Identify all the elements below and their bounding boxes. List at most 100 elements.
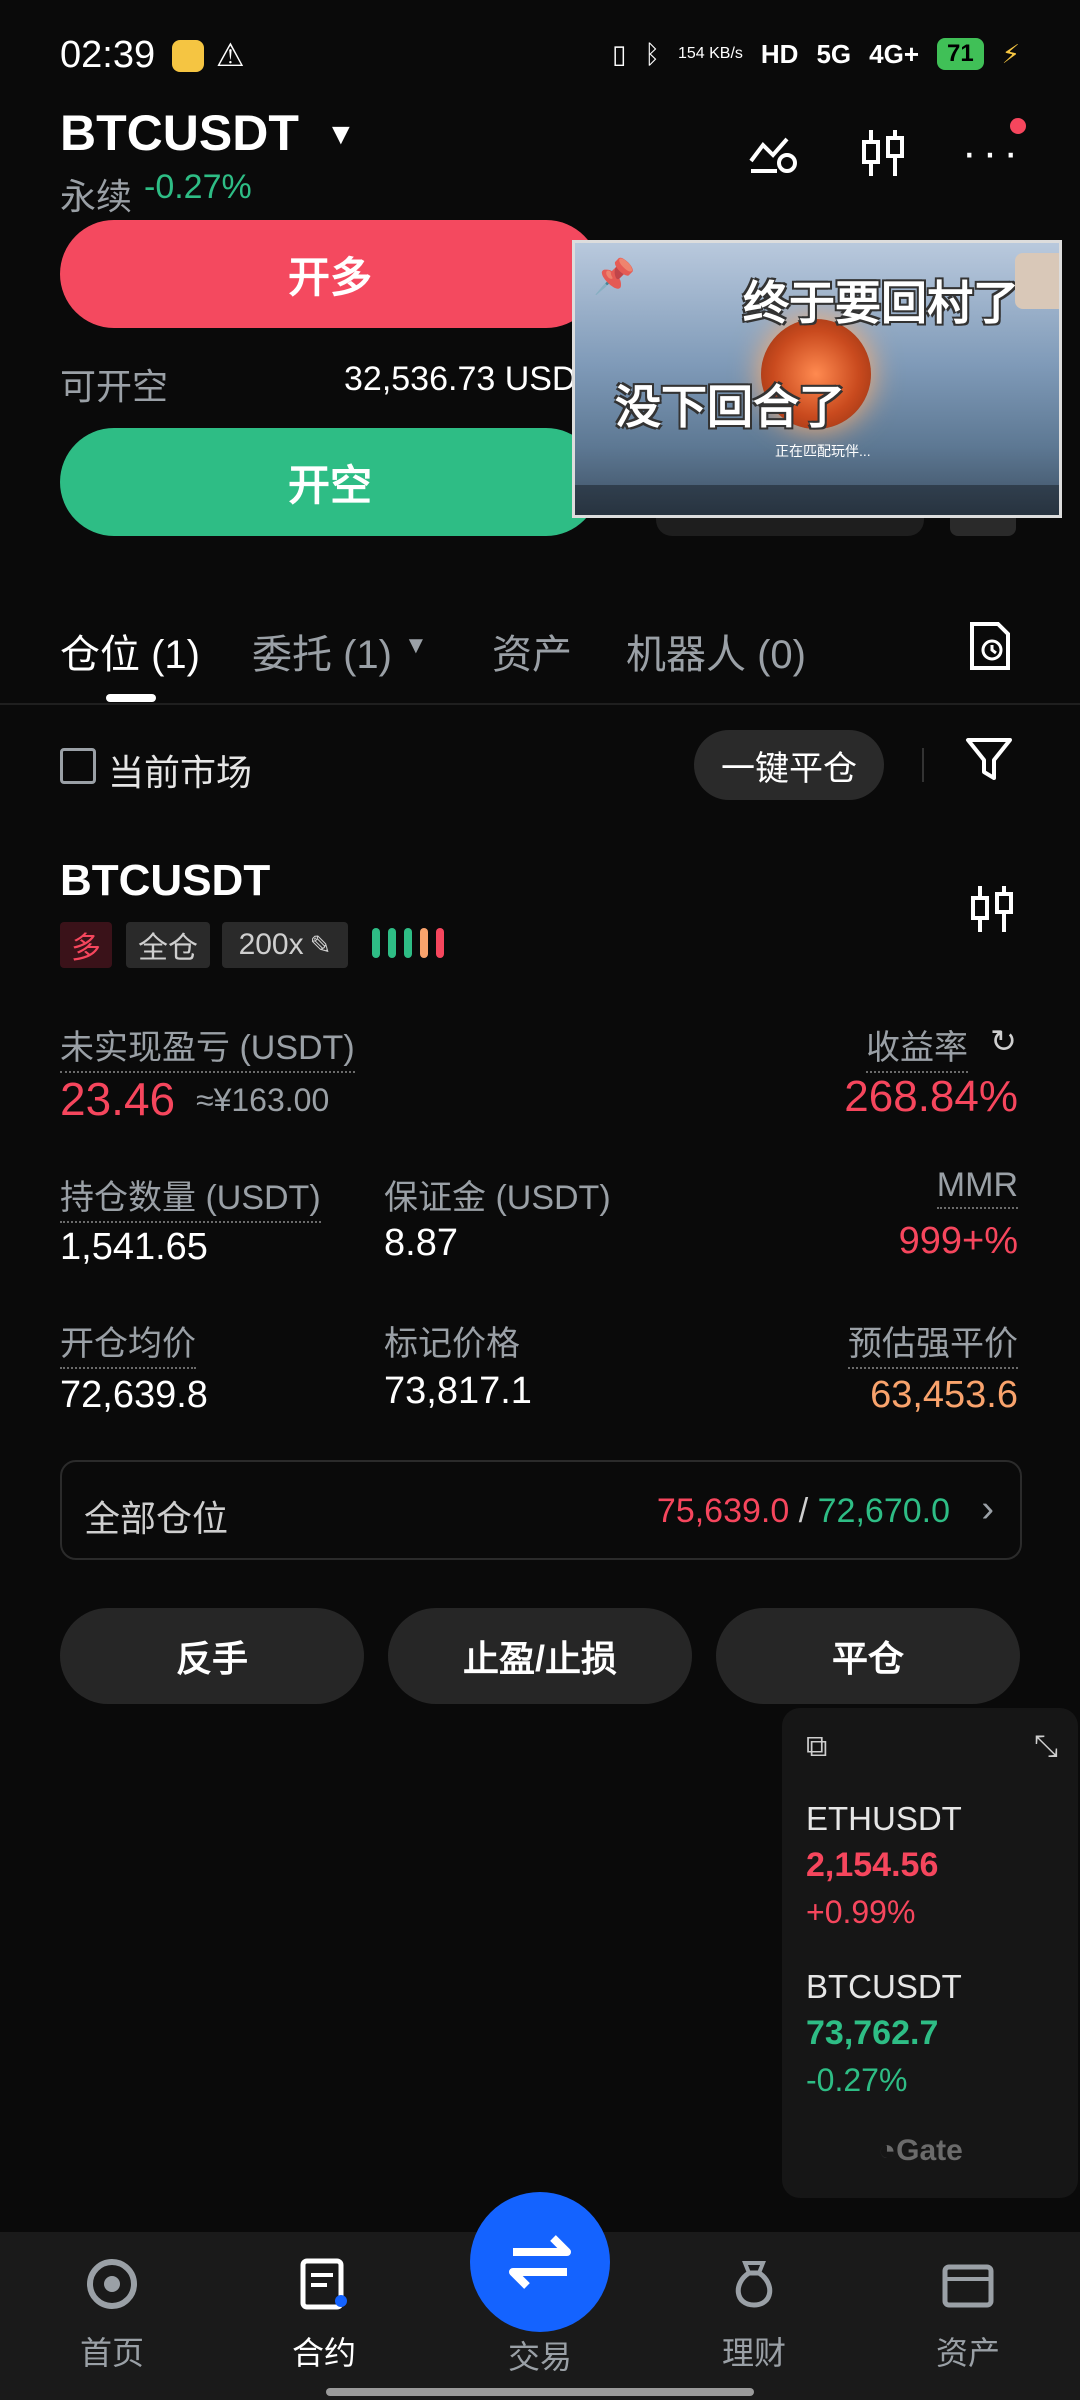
liquidation-price-label[interactable]: 预估强平价 [848,1316,1018,1369]
unrealized-pnl-label[interactable]: 未实现盈亏 (USDT) [60,1020,355,1073]
contract-type: 永续 [60,176,133,217]
gate-logo-text: Gate [896,2134,963,2167]
tab-positions[interactable]: 仓位 (1) [60,622,200,680]
trade-swap-button[interactable] [470,2192,610,2332]
price-alert-icon[interactable] [746,126,800,180]
roe-label[interactable]: 收益率 [866,1020,968,1073]
divider [922,748,924,782]
current-market-checkbox[interactable] [60,748,96,784]
gate-logo: ◔Gate [878,2134,963,2168]
notification-dot [1010,118,1026,134]
risk-bar [420,928,428,958]
position-size-label[interactable]: 持仓数量 (USDT) [60,1170,321,1223]
all-positions-row[interactable]: 全部仓位 75,639.0 / 72,670.0 › [60,1460,1022,1560]
filter-icon[interactable] [964,734,1014,789]
hd-indicator: HD [760,38,799,69]
position-symbol[interactable]: BTCUSDT [60,856,270,906]
margin-mode-badge: 全仓 [126,922,210,968]
unrealized-pnl-value: 23.46 [60,1073,176,1125]
all-positions-label: 全部仓位 [84,1498,229,1539]
nav-label: 首页 [79,2335,144,2371]
side-badge: 多 [60,922,112,968]
home-indicator[interactable] [326,2388,754,2396]
status-time: 02:39 [60,34,156,76]
nav-home[interactable]: 首页 [42,2256,182,2374]
ticker-change: +0.99% [806,1894,916,1930]
ticker-symbol: ETHUSDT [806,1800,962,1837]
video-caption-small: 正在匹配玩伴... [775,443,871,459]
divider [0,703,1080,705]
wallet-icon [940,2256,996,2312]
pair-title[interactable]: BTCUSDT [60,104,299,162]
battery-icon: 71 [937,38,984,70]
ticker-symbol: BTCUSDT [806,1968,962,2005]
liquidation-price-value: 63,453.6 [870,1374,1018,1416]
edit-icon: ✎ [309,929,332,960]
available-value: 32,536.73 USD [344,360,577,398]
video-hud [575,485,1059,515]
floating-ticker-widget[interactable]: ⧉ ⤡ ETHUSDT 2,154.56 +0.99% BTCUSDT 73,7… [782,1708,1078,2198]
nav-label: 交易 [507,2339,572,2375]
video-caption-top: 终于要回村了 [743,277,1019,329]
chevron-right-icon: › [981,1488,994,1530]
tp-sl-button[interactable]: 止盈/止损 [388,1608,692,1704]
streamer-avatar [1015,253,1059,309]
video-caption-mid: 没下回合了 [615,381,845,433]
nav-trade[interactable]: 交易 [470,2332,610,2378]
ticker-price: 2,154.56 [806,1846,939,1884]
risk-bar [372,928,380,958]
tab-orders[interactable]: 委托 (1) [252,622,392,680]
close-position-button[interactable]: 平仓 [716,1608,1020,1704]
nav-earn[interactable]: 理财 [684,2256,824,2374]
position-tabs: 仓位 (1) 委托 (1) ▼ 资产 机器人 (0) [0,610,1080,702]
nav-futures[interactable]: 合约 [254,2256,394,2374]
floating-video-overlay[interactable]: 📌 终于要回村了 没下回合了 正在匹配玩伴... [572,240,1062,518]
open-short-button[interactable]: 开空 [60,428,600,536]
tab-bots[interactable]: 机器人 (0) [626,622,806,680]
chevron-down-icon[interactable]: ▼ [326,118,356,152]
reverse-button[interactable]: 反手 [60,1608,364,1704]
earn-icon [726,2256,782,2312]
mmr-value: 999+% [898,1220,1018,1262]
home-icon [84,2256,140,2312]
expand-window-icon[interactable]: ⧉ [806,1730,827,1764]
chevron-down-icon[interactable]: ▼ [404,632,428,660]
risk-bar [404,928,412,958]
signal-4g: 4G+ [869,38,920,69]
bluetooth-icon: ᛒ [644,38,660,69]
history-icon[interactable] [968,620,1012,677]
signal-5g: 5G [816,38,852,69]
vibrate-icon: ▯ [612,38,627,69]
entry-price-value: 72,639.8 [60,1374,208,1416]
current-market-label[interactable]: 当前市场 [108,744,252,796]
candlestick-chart-icon[interactable] [968,884,1016,939]
swap-icon [509,2235,571,2289]
pin-icon[interactable]: 📌 [593,257,635,297]
collapse-icon[interactable]: ⤡ [1034,1730,1058,1764]
tab-assets[interactable]: 资产 [492,622,572,680]
all-positions-range: 75,639.0 / 72,670.0 [657,1492,950,1531]
risk-level-indicator [372,928,444,958]
range-separator: / [798,1492,809,1530]
more-icon[interactable]: ··· [962,118,1026,180]
nav-assets[interactable]: 资产 [898,2256,1038,2374]
roe-value: 268.84% [844,1072,1018,1121]
margin-label: 保证金 (USDT) [384,1179,611,1217]
gate-logo-icon: ◔ [878,2134,897,2167]
open-long-button[interactable]: 开多 [60,220,600,328]
close-all-button[interactable]: 一键平仓 [694,730,884,800]
net-speed: 154 KB/s [677,45,743,62]
futures-icon [296,2256,352,2312]
margin-value: 8.87 [384,1222,458,1264]
candlestick-chart-icon[interactable] [856,126,910,180]
available-label: 可开空 [60,366,169,407]
mark-price-label: 标记价格 [384,1325,520,1363]
ticker-change: -0.27% [806,2062,908,2098]
nav-label: 理财 [721,2335,786,2371]
unrealized-pnl-cny: ≈¥163.00 [196,1082,330,1118]
mmr-label[interactable]: MMR [936,1166,1018,1209]
leverage-value: 200x [238,928,304,961]
leverage-badge[interactable]: 200x ✎ [222,922,348,968]
share-icon[interactable]: ↻ [990,1022,1017,1060]
entry-price-label[interactable]: 开仓均价 [60,1316,196,1369]
